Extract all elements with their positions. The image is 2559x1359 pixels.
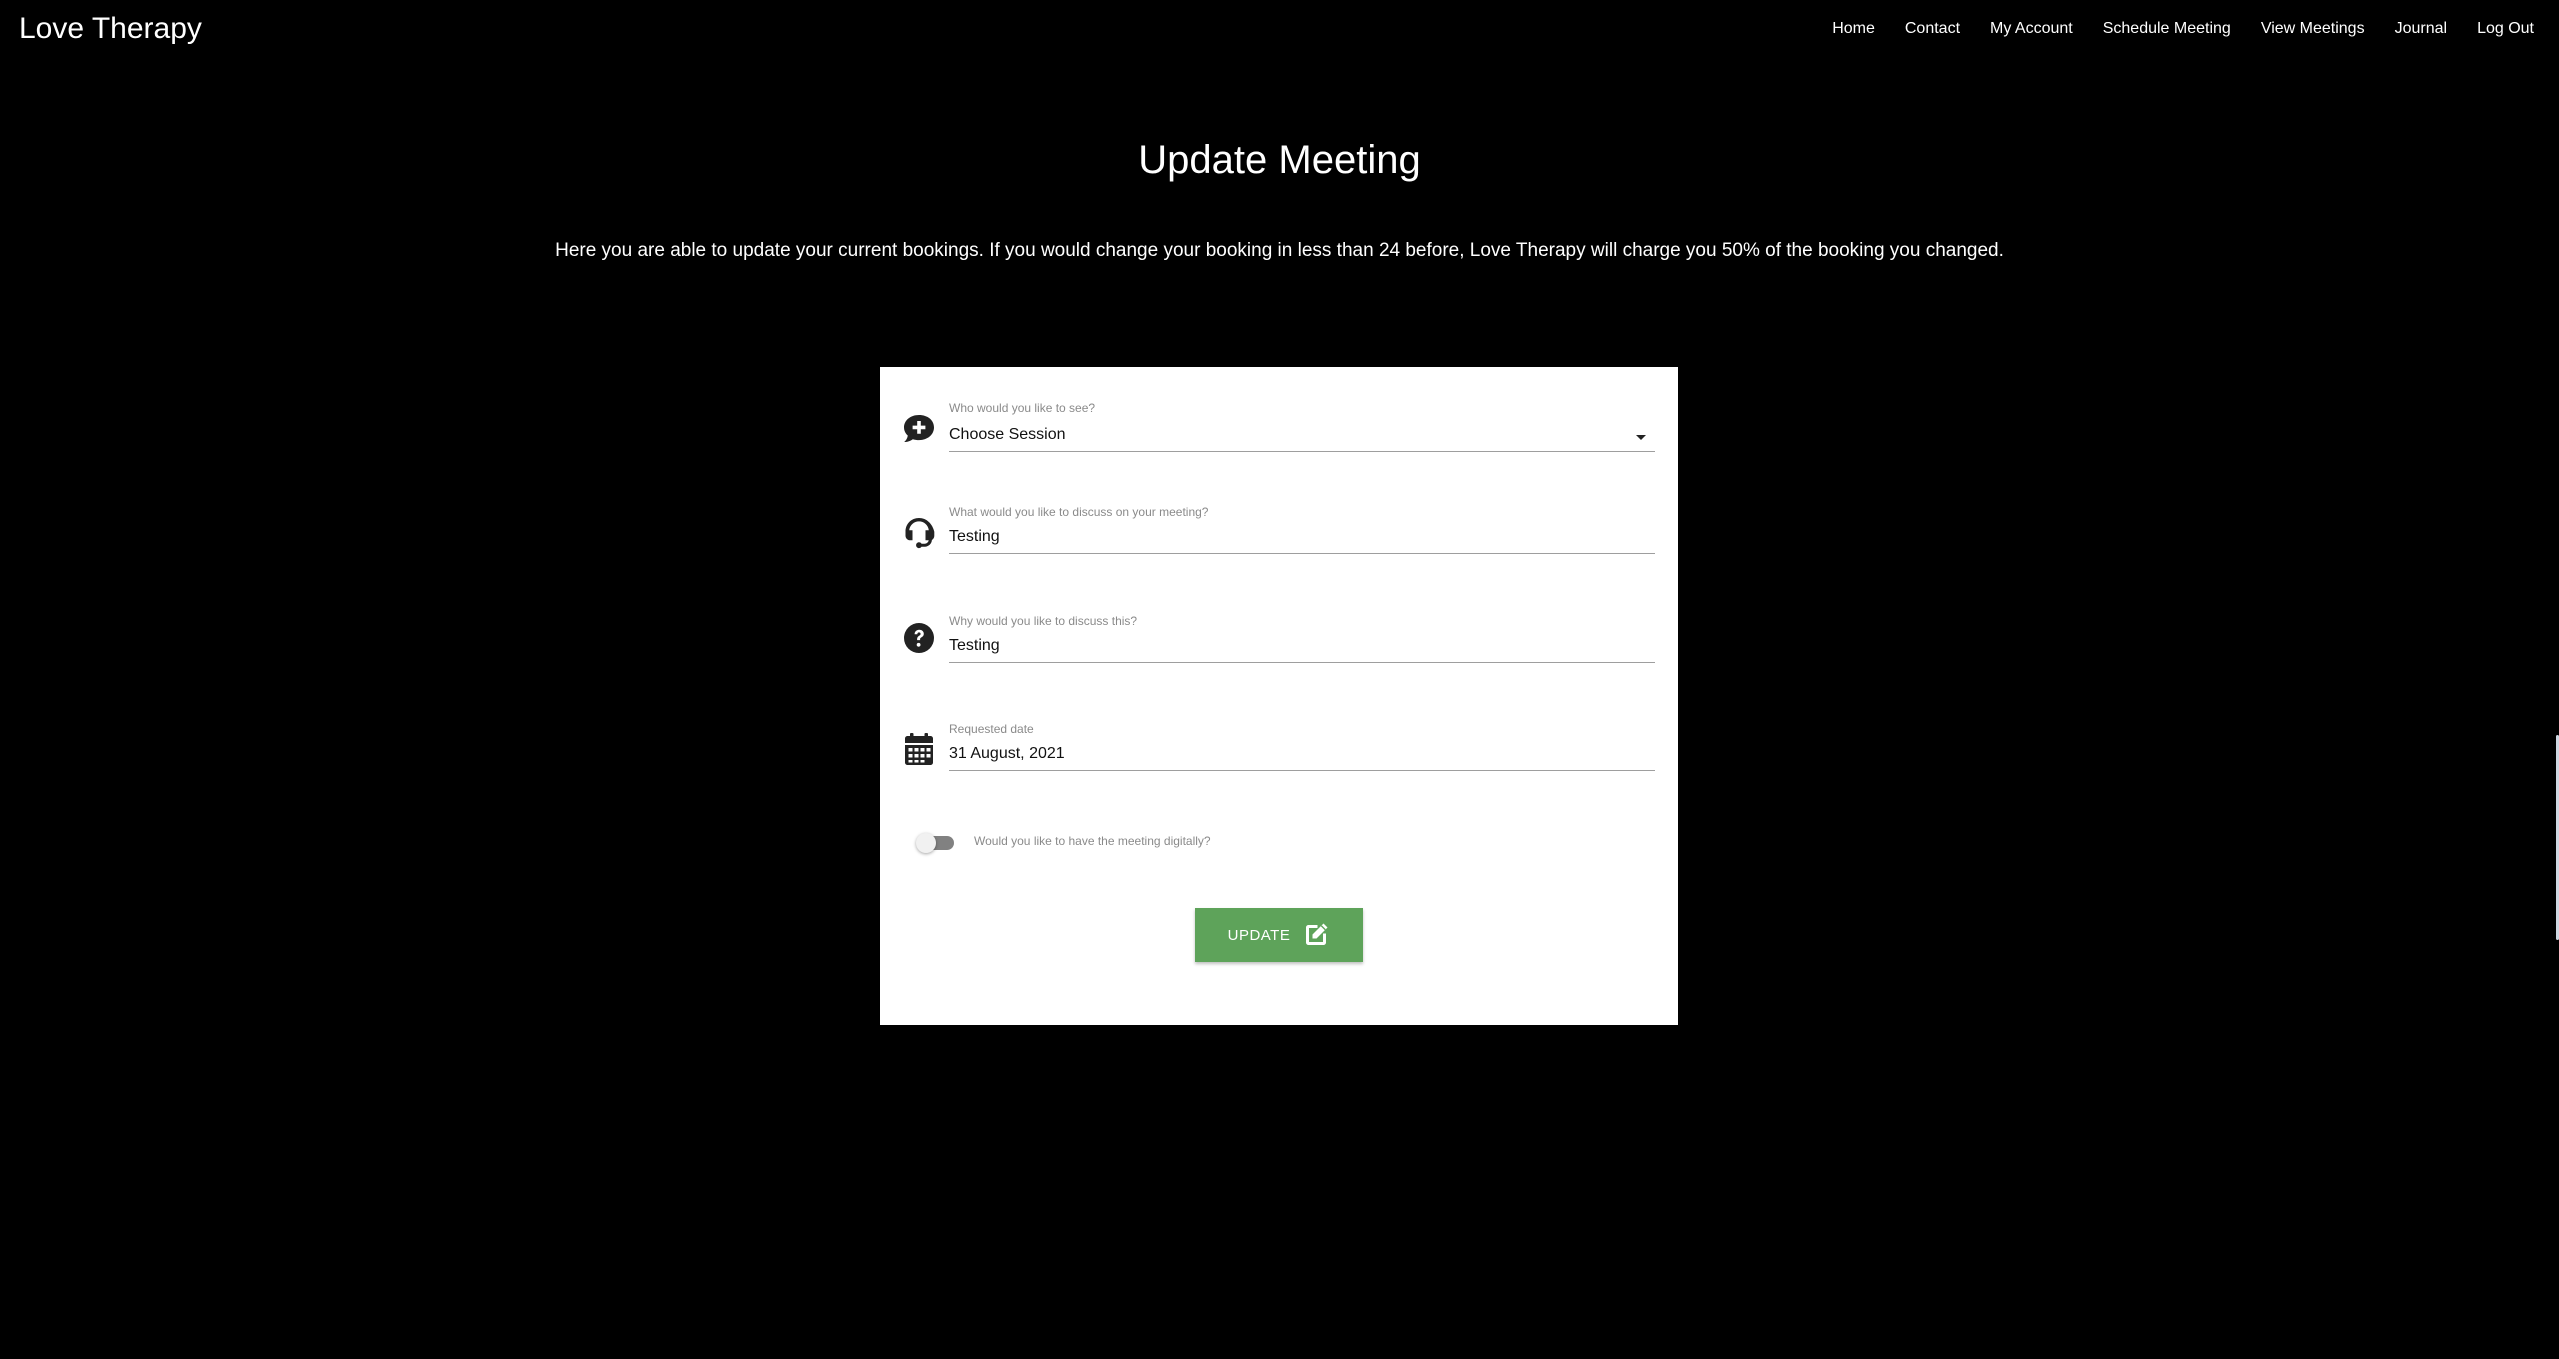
- page-title: Update Meeting: [1138, 138, 1421, 182]
- update-button[interactable]: UPDATE: [1195, 908, 1363, 962]
- nav-link-home[interactable]: Home: [1832, 20, 1875, 38]
- date-input[interactable]: 31 August, 2021: [949, 745, 1065, 763]
- date-label: Requested date: [949, 722, 1034, 736]
- date-field[interactable]: Requested date 31 August, 2021: [880, 712, 1678, 782]
- session-value: Choose Session: [949, 426, 1066, 443]
- navbar: Love Therapy Home Contact My Account Sch…: [0, 0, 2559, 62]
- session-label: Who would you like to see?: [949, 401, 1096, 415]
- update-meeting-form: Who would you like to see? Choose Sessio…: [880, 367, 1678, 1025]
- toggle-knob: [916, 833, 936, 853]
- date-underline: [949, 770, 1655, 771]
- nav-link-schedule-meeting[interactable]: Schedule Meeting: [2103, 20, 2231, 38]
- nav-links: Home Contact My Account Schedule Meeting…: [1802, 20, 2534, 38]
- question-circle-icon: [904, 623, 934, 653]
- digital-toggle[interactable]: [916, 833, 954, 853]
- comment-medical-icon: [904, 415, 934, 442]
- update-button-label: UPDATE: [1227, 926, 1291, 944]
- topic-label: What would you like to discuss on your m…: [949, 505, 1209, 519]
- intro-text: Here you are able to update your current…: [555, 240, 2004, 261]
- reason-underline: [949, 662, 1655, 663]
- topic-field[interactable]: What would you like to discuss on your m…: [880, 495, 1678, 565]
- headset-icon: [905, 518, 935, 549]
- topic-input[interactable]: Testing: [949, 528, 1000, 546]
- digital-toggle-row: Would you like to have the meeting digit…: [916, 831, 1618, 855]
- reason-label: Why would you like to discuss this?: [949, 614, 1138, 628]
- nav-link-view-meetings[interactable]: View Meetings: [2261, 20, 2365, 38]
- topic-underline: [949, 553, 1655, 554]
- reason-input[interactable]: Testing: [949, 637, 1000, 655]
- reason-field[interactable]: Why would you like to discuss this? Test…: [880, 604, 1678, 674]
- nav-link-my-account[interactable]: My Account: [1990, 20, 2073, 38]
- digital-toggle-label: Would you like to have the meeting digit…: [974, 834, 1211, 848]
- edit-icon: [1306, 923, 1328, 945]
- chevron-down-icon: [1636, 435, 1646, 440]
- brand-logo[interactable]: Love Therapy: [19, 12, 202, 46]
- nav-link-log-out[interactable]: Log Out: [2477, 20, 2534, 38]
- nav-link-contact[interactable]: Contact: [1905, 20, 1960, 38]
- session-select[interactable]: Who would you like to see? Choose Sessio…: [880, 391, 1678, 461]
- nav-link-journal[interactable]: Journal: [2395, 20, 2447, 38]
- session-underline: [949, 451, 1655, 452]
- calendar-icon: [905, 733, 933, 765]
